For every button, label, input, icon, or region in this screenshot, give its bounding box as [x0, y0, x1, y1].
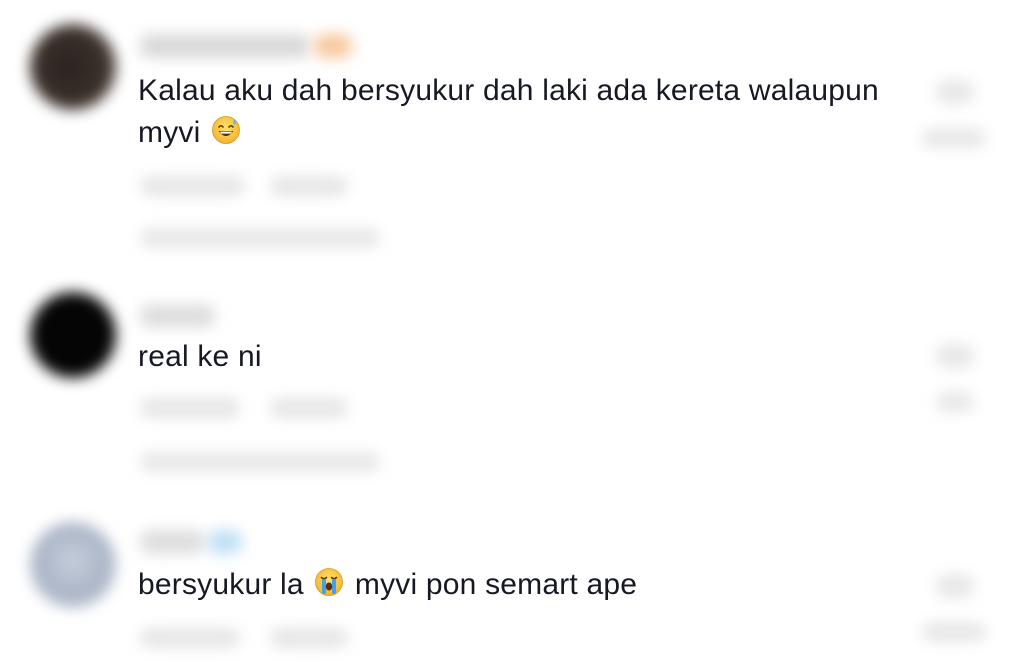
- comment-text-continuation: myvi pon semart ape: [354, 568, 638, 601]
- comment-timestamp: [140, 628, 240, 648]
- comment-text-main: bersyukur la: [138, 568, 304, 601]
- like-count: [922, 622, 986, 642]
- reply-button[interactable]: [270, 176, 348, 196]
- comment-timestamp: [140, 176, 245, 196]
- comment-item: Kalau aku dah bersyukur dah laki ada ker…: [0, 0, 1028, 280]
- comment-text: real ke ni: [138, 336, 898, 378]
- like-count: [936, 392, 974, 412]
- like-count: [922, 128, 986, 148]
- view-replies-button[interactable]: [140, 452, 380, 472]
- loudly-crying-face-icon: [314, 567, 344, 597]
- reply-button[interactable]: [270, 398, 348, 418]
- comment-text-main: real ke ni: [138, 340, 262, 373]
- view-replies-button[interactable]: [140, 228, 380, 248]
- comment-text: Kalau aku dah bersyukur dah laki ada ker…: [138, 70, 898, 154]
- comment-list: Kalau aku dah bersyukur dah laki ada ker…: [0, 0, 1028, 664]
- comment-item: bersyukur la myvi pon semart ape: [0, 510, 1028, 664]
- avatar[interactable]: [30, 292, 116, 378]
- comment-text-main: Kalau aku dah bersyukur dah laki ada ker…: [138, 74, 879, 149]
- heart-icon[interactable]: [936, 344, 974, 368]
- comment-timestamp: [140, 398, 240, 418]
- avatar[interactable]: [30, 24, 116, 110]
- avatar[interactable]: [30, 522, 116, 608]
- username-badge-icon: [314, 34, 352, 58]
- grinning-face-with-sweat-icon: [211, 115, 241, 145]
- heart-icon[interactable]: [936, 80, 974, 104]
- reply-button[interactable]: [270, 628, 348, 648]
- username[interactable]: [140, 34, 310, 58]
- comment-item: real ke ni: [0, 280, 1028, 510]
- heart-icon[interactable]: [936, 574, 974, 598]
- verified-badge-icon: [208, 530, 242, 554]
- username[interactable]: [140, 530, 205, 554]
- comment-text: bersyukur la myvi pon semart ape: [138, 564, 898, 606]
- username[interactable]: [140, 304, 215, 328]
